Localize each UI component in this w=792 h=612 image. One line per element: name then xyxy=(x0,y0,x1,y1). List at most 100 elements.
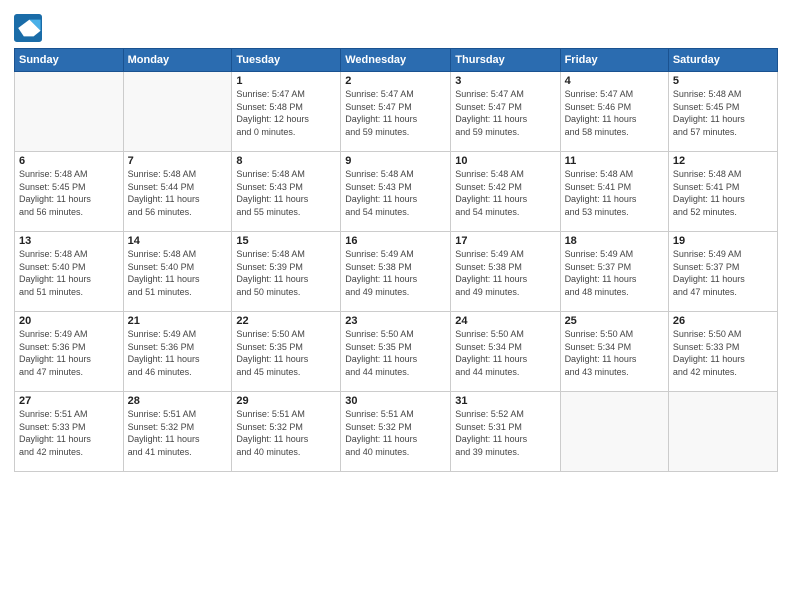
week-row-1: 1Sunrise: 5:47 AM Sunset: 5:48 PM Daylig… xyxy=(15,72,778,152)
logo xyxy=(14,14,46,42)
col-header-monday: Monday xyxy=(123,49,232,72)
table-row: 21Sunrise: 5:49 AM Sunset: 5:36 PM Dayli… xyxy=(123,312,232,392)
week-row-3: 13Sunrise: 5:48 AM Sunset: 5:40 PM Dayli… xyxy=(15,232,778,312)
col-header-sunday: Sunday xyxy=(15,49,124,72)
table-row: 31Sunrise: 5:52 AM Sunset: 5:31 PM Dayli… xyxy=(451,392,560,472)
day-number: 15 xyxy=(236,235,336,247)
col-header-tuesday: Tuesday xyxy=(232,49,341,72)
day-number: 20 xyxy=(19,315,119,327)
table-row: 17Sunrise: 5:49 AM Sunset: 5:38 PM Dayli… xyxy=(451,232,560,312)
day-number: 19 xyxy=(673,235,773,247)
day-number: 4 xyxy=(565,75,664,87)
day-info: Sunrise: 5:50 AM Sunset: 5:34 PM Dayligh… xyxy=(455,328,555,378)
day-number: 24 xyxy=(455,315,555,327)
calendar-header-row: SundayMondayTuesdayWednesdayThursdayFrid… xyxy=(15,49,778,72)
day-number: 26 xyxy=(673,315,773,327)
day-info: Sunrise: 5:49 AM Sunset: 5:38 PM Dayligh… xyxy=(345,248,446,298)
day-info: Sunrise: 5:51 AM Sunset: 5:32 PM Dayligh… xyxy=(236,408,336,458)
table-row: 30Sunrise: 5:51 AM Sunset: 5:32 PM Dayli… xyxy=(341,392,451,472)
day-info: Sunrise: 5:51 AM Sunset: 5:32 PM Dayligh… xyxy=(128,408,228,458)
table-row: 7Sunrise: 5:48 AM Sunset: 5:44 PM Daylig… xyxy=(123,152,232,232)
day-info: Sunrise: 5:50 AM Sunset: 5:35 PM Dayligh… xyxy=(345,328,446,378)
week-row-2: 6Sunrise: 5:48 AM Sunset: 5:45 PM Daylig… xyxy=(15,152,778,232)
day-number: 11 xyxy=(565,155,664,167)
day-number: 13 xyxy=(19,235,119,247)
day-info: Sunrise: 5:52 AM Sunset: 5:31 PM Dayligh… xyxy=(455,408,555,458)
day-info: Sunrise: 5:47 AM Sunset: 5:47 PM Dayligh… xyxy=(455,88,555,138)
calendar-table: SundayMondayTuesdayWednesdayThursdayFrid… xyxy=(14,48,778,472)
day-number: 22 xyxy=(236,315,336,327)
col-header-wednesday: Wednesday xyxy=(341,49,451,72)
day-number: 6 xyxy=(19,155,119,167)
table-row: 12Sunrise: 5:48 AM Sunset: 5:41 PM Dayli… xyxy=(668,152,777,232)
table-row: 9Sunrise: 5:48 AM Sunset: 5:43 PM Daylig… xyxy=(341,152,451,232)
day-number: 21 xyxy=(128,315,228,327)
table-row: 18Sunrise: 5:49 AM Sunset: 5:37 PM Dayli… xyxy=(560,232,668,312)
table-row: 28Sunrise: 5:51 AM Sunset: 5:32 PM Dayli… xyxy=(123,392,232,472)
day-number: 12 xyxy=(673,155,773,167)
table-row xyxy=(560,392,668,472)
day-info: Sunrise: 5:48 AM Sunset: 5:42 PM Dayligh… xyxy=(455,168,555,218)
table-row: 25Sunrise: 5:50 AM Sunset: 5:34 PM Dayli… xyxy=(560,312,668,392)
table-row: 15Sunrise: 5:48 AM Sunset: 5:39 PM Dayli… xyxy=(232,232,341,312)
table-row: 27Sunrise: 5:51 AM Sunset: 5:33 PM Dayli… xyxy=(15,392,124,472)
day-info: Sunrise: 5:50 AM Sunset: 5:35 PM Dayligh… xyxy=(236,328,336,378)
day-info: Sunrise: 5:51 AM Sunset: 5:32 PM Dayligh… xyxy=(345,408,446,458)
table-row: 20Sunrise: 5:49 AM Sunset: 5:36 PM Dayli… xyxy=(15,312,124,392)
col-header-friday: Friday xyxy=(560,49,668,72)
day-number: 27 xyxy=(19,395,119,407)
day-info: Sunrise: 5:48 AM Sunset: 5:45 PM Dayligh… xyxy=(673,88,773,138)
day-info: Sunrise: 5:48 AM Sunset: 5:41 PM Dayligh… xyxy=(673,168,773,218)
col-header-saturday: Saturday xyxy=(668,49,777,72)
table-row: 6Sunrise: 5:48 AM Sunset: 5:45 PM Daylig… xyxy=(15,152,124,232)
day-number: 7 xyxy=(128,155,228,167)
day-number: 14 xyxy=(128,235,228,247)
table-row: 5Sunrise: 5:48 AM Sunset: 5:45 PM Daylig… xyxy=(668,72,777,152)
day-info: Sunrise: 5:47 AM Sunset: 5:48 PM Dayligh… xyxy=(236,88,336,138)
day-info: Sunrise: 5:48 AM Sunset: 5:43 PM Dayligh… xyxy=(236,168,336,218)
table-row: 2Sunrise: 5:47 AM Sunset: 5:47 PM Daylig… xyxy=(341,72,451,152)
day-number: 31 xyxy=(455,395,555,407)
day-info: Sunrise: 5:48 AM Sunset: 5:45 PM Dayligh… xyxy=(19,168,119,218)
day-number: 9 xyxy=(345,155,446,167)
day-number: 10 xyxy=(455,155,555,167)
day-number: 30 xyxy=(345,395,446,407)
day-info: Sunrise: 5:48 AM Sunset: 5:41 PM Dayligh… xyxy=(565,168,664,218)
table-row: 24Sunrise: 5:50 AM Sunset: 5:34 PM Dayli… xyxy=(451,312,560,392)
table-row: 14Sunrise: 5:48 AM Sunset: 5:40 PM Dayli… xyxy=(123,232,232,312)
day-number: 16 xyxy=(345,235,446,247)
table-row: 11Sunrise: 5:48 AM Sunset: 5:41 PM Dayli… xyxy=(560,152,668,232)
page: SundayMondayTuesdayWednesdayThursdayFrid… xyxy=(0,0,792,612)
logo-icon xyxy=(14,14,42,42)
table-row: 22Sunrise: 5:50 AM Sunset: 5:35 PM Dayli… xyxy=(232,312,341,392)
header xyxy=(14,10,778,42)
day-info: Sunrise: 5:50 AM Sunset: 5:33 PM Dayligh… xyxy=(673,328,773,378)
day-info: Sunrise: 5:48 AM Sunset: 5:40 PM Dayligh… xyxy=(19,248,119,298)
day-number: 29 xyxy=(236,395,336,407)
day-info: Sunrise: 5:49 AM Sunset: 5:36 PM Dayligh… xyxy=(128,328,228,378)
day-number: 5 xyxy=(673,75,773,87)
day-info: Sunrise: 5:47 AM Sunset: 5:46 PM Dayligh… xyxy=(565,88,664,138)
day-info: Sunrise: 5:49 AM Sunset: 5:38 PM Dayligh… xyxy=(455,248,555,298)
table-row: 23Sunrise: 5:50 AM Sunset: 5:35 PM Dayli… xyxy=(341,312,451,392)
day-info: Sunrise: 5:48 AM Sunset: 5:44 PM Dayligh… xyxy=(128,168,228,218)
day-info: Sunrise: 5:49 AM Sunset: 5:37 PM Dayligh… xyxy=(673,248,773,298)
table-row: 8Sunrise: 5:48 AM Sunset: 5:43 PM Daylig… xyxy=(232,152,341,232)
col-header-thursday: Thursday xyxy=(451,49,560,72)
table-row xyxy=(15,72,124,152)
day-number: 1 xyxy=(236,75,336,87)
day-number: 28 xyxy=(128,395,228,407)
day-info: Sunrise: 5:50 AM Sunset: 5:34 PM Dayligh… xyxy=(565,328,664,378)
table-row: 3Sunrise: 5:47 AM Sunset: 5:47 PM Daylig… xyxy=(451,72,560,152)
table-row: 19Sunrise: 5:49 AM Sunset: 5:37 PM Dayli… xyxy=(668,232,777,312)
week-row-4: 20 Sunrise: 5:49 AM Sunset: 5:36 PM Dayli… xyxy=(15,312,778,392)
week-row-5: 27Sunrise: 5:51 AM Sunset: 5:33 PM Dayli… xyxy=(15,392,778,472)
day-number: 17 xyxy=(455,235,555,247)
table-row: 4Sunrise: 5:47 AM Sunset: 5:46 PM Daylig… xyxy=(560,72,668,152)
day-info: Sunrise: 5:48 AM Sunset: 5:40 PM Dayligh… xyxy=(128,248,228,298)
day-number: 23 xyxy=(345,315,446,327)
day-number: 8 xyxy=(236,155,336,167)
table-row: 13Sunrise: 5:48 AM Sunset: 5:40 PM Dayli… xyxy=(15,232,124,312)
day-info: Sunrise: 5:48 AM Sunset: 5:39 PM Dayligh… xyxy=(236,248,336,298)
day-info: Sunrise: 5:49 AM Sunset: 5:37 PM Dayligh… xyxy=(565,248,664,298)
